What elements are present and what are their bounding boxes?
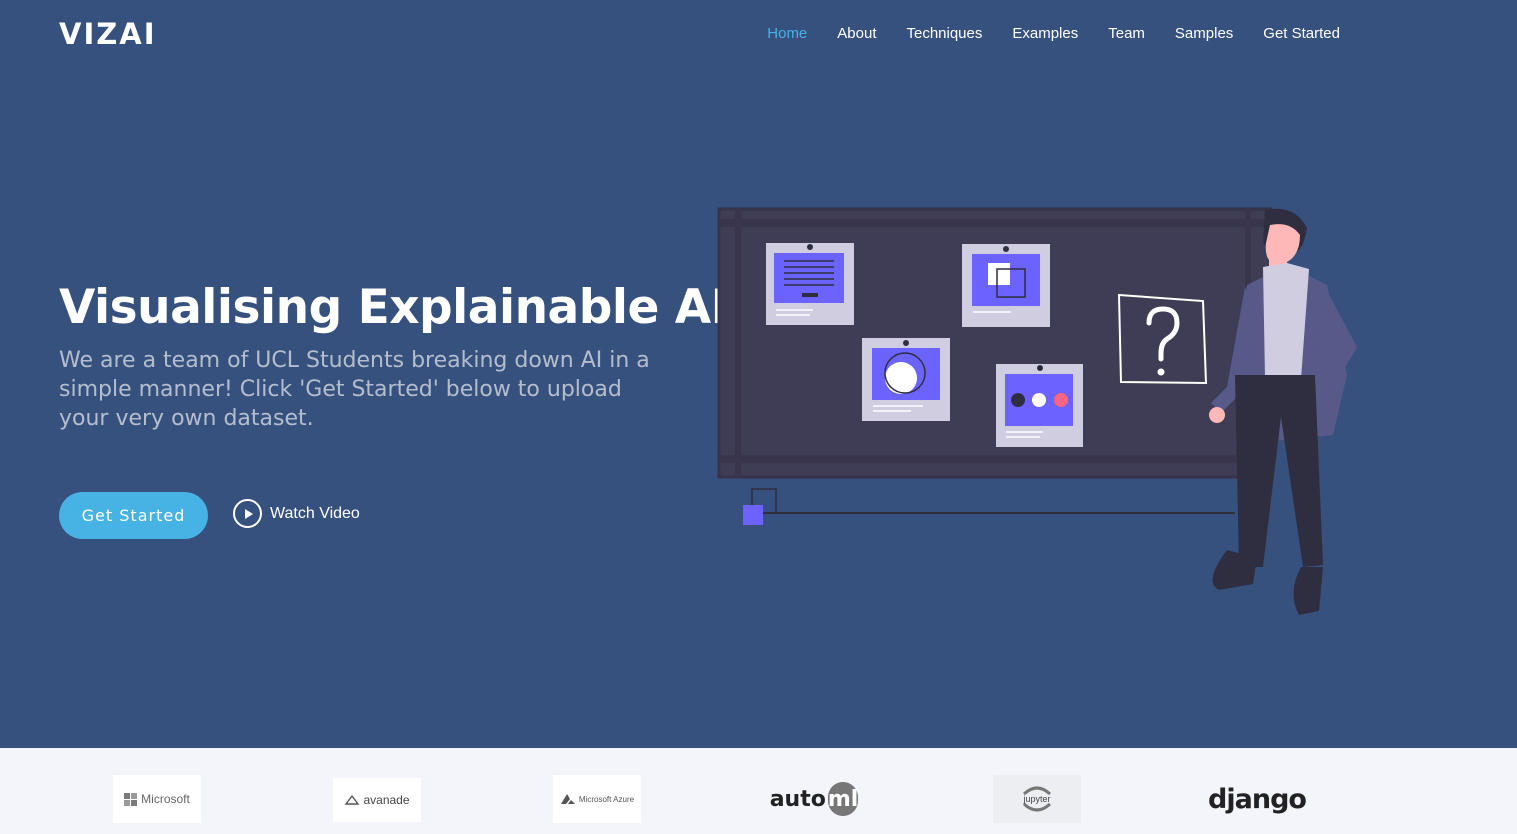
nav-home[interactable]: Home [752, 24, 822, 44]
avanade-icon [345, 794, 360, 805]
client-logo-automl: auto ml [769, 775, 859, 823]
nav-techniques[interactable]: Techniques [891, 24, 997, 44]
client-logo-microsoft: Microsoft [113, 775, 201, 823]
microsoft-icon [124, 792, 138, 806]
azure-icon [560, 794, 575, 804]
microsoft-label: Microsoft [141, 792, 190, 806]
jupyter-icon: jupyter [1018, 780, 1056, 818]
nav-examples[interactable]: Examples [997, 24, 1093, 44]
avanade-label: avanade [363, 793, 410, 807]
main-nav: Home About Techniques Examples Team Samp… [752, 24, 1355, 44]
client-logo-avanade: avanade [333, 778, 421, 822]
site-header: VIZAI Home About Techniques Examples Tea… [0, 0, 1517, 70]
client-logo-azure: Microsoft Azure [553, 775, 641, 823]
automl-label-a: auto [769, 786, 826, 812]
hero-illustration [717, 207, 1357, 615]
jupyter-label: jupyter [1023, 794, 1051, 804]
nav-get-started[interactable]: Get Started [1248, 24, 1355, 44]
client-logo-django: django [1208, 775, 1307, 823]
hero-title: Visualising Explainable AI [59, 280, 728, 335]
get-started-button[interactable]: Get Started [59, 492, 208, 539]
django-label: django [1208, 783, 1307, 815]
automl-label-b: ml [827, 782, 859, 816]
watch-video-link[interactable]: Watch Video [233, 499, 360, 528]
watch-video-label: Watch Video [270, 504, 360, 522]
nav-about[interactable]: About [822, 24, 891, 44]
site-logo[interactable]: VIZAI [59, 17, 157, 51]
nav-samples[interactable]: Samples [1160, 24, 1248, 44]
client-logo-jupyter: jupyter [993, 775, 1081, 823]
azure-label: Microsoft Azure [578, 794, 635, 804]
clients-section: Microsoft avanade Microsoft Azure auto m… [0, 748, 1517, 834]
play-icon [233, 499, 262, 528]
nav-team[interactable]: Team [1093, 24, 1160, 44]
hero-subtitle: We are a team of UCL Students breaking d… [59, 348, 650, 431]
